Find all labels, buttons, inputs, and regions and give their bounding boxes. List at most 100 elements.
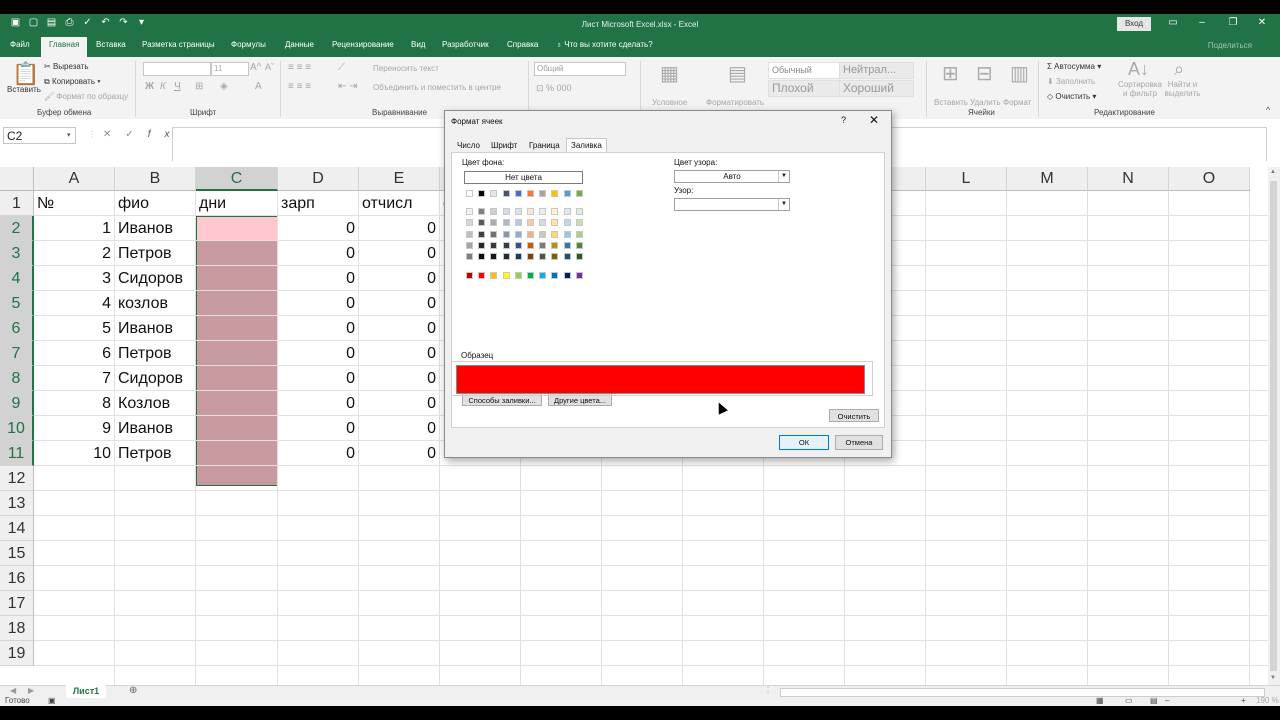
cell-e5[interactable]: 0: [362, 291, 436, 316]
zoom-in-icon[interactable]: +: [1241, 696, 1246, 705]
color-swatch-tint[interactable]: [478, 219, 486, 227]
color-swatch-tint[interactable]: [502, 253, 510, 261]
cell-d4[interactable]: 0: [281, 266, 355, 291]
row-header-10[interactable]: 10: [0, 416, 34, 441]
merge-center-button[interactable]: Объединить и поместить в центре: [373, 83, 501, 92]
cell-b11[interactable]: Петров: [118, 441, 192, 466]
cell-d10[interactable]: 0: [281, 416, 355, 441]
share-button[interactable]: Поделиться: [1208, 41, 1252, 50]
color-swatch-tint[interactable]: [527, 230, 534, 238]
font-grow-icon[interactable]: A^: [250, 62, 261, 73]
font-shrink-icon[interactable]: Aˇ: [265, 62, 274, 72]
row-header-4[interactable]: 4: [0, 266, 34, 291]
cell-d8[interactable]: 0: [281, 366, 355, 391]
paste-button[interactable]: Вставить: [7, 85, 41, 94]
cell-a10[interactable]: 9: [37, 416, 111, 441]
tab-home[interactable]: Главная: [41, 37, 88, 57]
color-swatch-tint[interactable]: [466, 241, 473, 249]
clear-fill-button[interactable]: Очистить: [829, 409, 879, 422]
color-swatch-tint[interactable]: [527, 219, 534, 227]
cell-a11[interactable]: 10: [37, 441, 111, 466]
tab-border[interactable]: Граница: [529, 141, 560, 150]
color-swatch-theme[interactable]: [466, 190, 473, 197]
color-swatch-tint[interactable]: [514, 219, 522, 227]
find-select-button[interactable]: Найти и выделить: [1160, 80, 1205, 98]
row-header-12[interactable]: 12: [0, 466, 34, 491]
color-swatch-standard[interactable]: [527, 272, 534, 279]
color-swatch-tint[interactable]: [466, 253, 473, 261]
color-swatch-theme[interactable]: [551, 190, 559, 197]
color-swatch-tint[interactable]: [563, 241, 571, 249]
color-swatch-standard[interactable]: [490, 272, 498, 279]
color-swatch-standard[interactable]: [478, 272, 486, 279]
no-color-button[interactable]: Нет цвета: [464, 171, 583, 184]
color-swatch-theme[interactable]: [502, 190, 510, 197]
select-all-corner[interactable]: [0, 167, 34, 191]
split-handle-icon[interactable]: ⋮: [764, 686, 772, 695]
color-swatch-tint[interactable]: [466, 230, 473, 238]
row-header-7[interactable]: 7: [0, 341, 34, 366]
cell-b2[interactable]: Иванов: [118, 216, 192, 241]
next-sheet-icon[interactable]: ▶: [28, 686, 34, 695]
color-swatch-tint[interactable]: [478, 241, 486, 249]
color-swatch-tint[interactable]: [551, 253, 559, 261]
conditional-format-button[interactable]: Условное: [652, 98, 687, 107]
tab-file[interactable]: Файл: [10, 40, 30, 49]
color-swatch-theme[interactable]: [490, 190, 498, 197]
cell-c1[interactable]: дни: [199, 191, 274, 216]
underline-icon[interactable]: Ч: [174, 81, 181, 92]
column-header-a[interactable]: A: [34, 167, 115, 191]
cell-a4[interactable]: 3: [37, 266, 111, 291]
row-header-11[interactable]: 11: [0, 441, 34, 466]
name-box[interactable]: C2: [3, 127, 76, 144]
color-swatch-tint[interactable]: [551, 241, 559, 249]
style-good[interactable]: Хороший: [839, 80, 914, 97]
color-swatch-tint[interactable]: [563, 230, 571, 238]
color-swatch-theme[interactable]: [575, 190, 583, 197]
prev-sheet-icon[interactable]: ◀: [10, 686, 16, 695]
color-swatch-standard[interactable]: [466, 272, 473, 279]
cell-a6[interactable]: 5: [37, 316, 111, 341]
color-swatch-tint[interactable]: [575, 253, 583, 261]
color-swatch-tint[interactable]: [490, 241, 498, 249]
column-header-e[interactable]: E: [359, 167, 440, 191]
row-header-17[interactable]: 17: [0, 591, 34, 616]
cell-e8[interactable]: 0: [362, 366, 436, 391]
tab-formulas[interactable]: Формулы: [231, 40, 266, 49]
maximize-icon[interactable]: ❐: [1226, 17, 1240, 28]
row-header-1[interactable]: 1: [0, 191, 34, 216]
cell-e1[interactable]: отчисл: [362, 191, 436, 216]
row-header-18[interactable]: 18: [0, 616, 34, 641]
cell-b3[interactable]: Петров: [118, 241, 192, 266]
autosum-button[interactable]: Σ Автосумма ▾: [1047, 62, 1101, 71]
ok-button[interactable]: ОК: [779, 435, 829, 450]
row-header-2[interactable]: 2: [0, 216, 34, 241]
align-left-icon[interactable]: ≡ ≡ ≡: [288, 81, 311, 92]
horizontal-scrollbar[interactable]: [780, 688, 1265, 697]
cell-b7[interactable]: Петров: [118, 341, 192, 366]
tab-fill[interactable]: Заливка: [566, 138, 607, 152]
ribbon-display-icon[interactable]: ▭: [1166, 17, 1180, 28]
cell-b9[interactable]: Козлов: [118, 391, 192, 416]
color-swatch-standard[interactable]: [539, 272, 547, 279]
cut-button[interactable]: ✂ Вырезать: [44, 62, 89, 71]
color-swatch-tint[interactable]: [490, 253, 498, 261]
column-header-o[interactable]: O: [1169, 167, 1250, 191]
column-header-m[interactable]: M: [1007, 167, 1088, 191]
style-normal[interactable]: Обычный: [768, 62, 843, 79]
color-swatch-tint[interactable]: [490, 230, 498, 238]
column-header-c[interactable]: C: [196, 167, 278, 191]
cell-e3[interactable]: 0: [362, 241, 436, 266]
cell-a3[interactable]: 2: [37, 241, 111, 266]
color-swatch-tint[interactable]: [539, 230, 547, 238]
color-swatch-tint[interactable]: [551, 219, 559, 227]
row-header-14[interactable]: 14: [0, 516, 34, 541]
color-swatch-theme[interactable]: [539, 190, 547, 197]
font-size-combo[interactable]: 11: [211, 62, 249, 76]
insert-cells-button[interactable]: Вставить: [934, 98, 968, 107]
row-header-16[interactable]: 16: [0, 566, 34, 591]
column-header-l[interactable]: L: [926, 167, 1007, 191]
cell-a5[interactable]: 4: [37, 291, 111, 316]
color-swatch-tint[interactable]: [551, 208, 559, 215]
color-swatch-tint[interactable]: [514, 230, 522, 238]
